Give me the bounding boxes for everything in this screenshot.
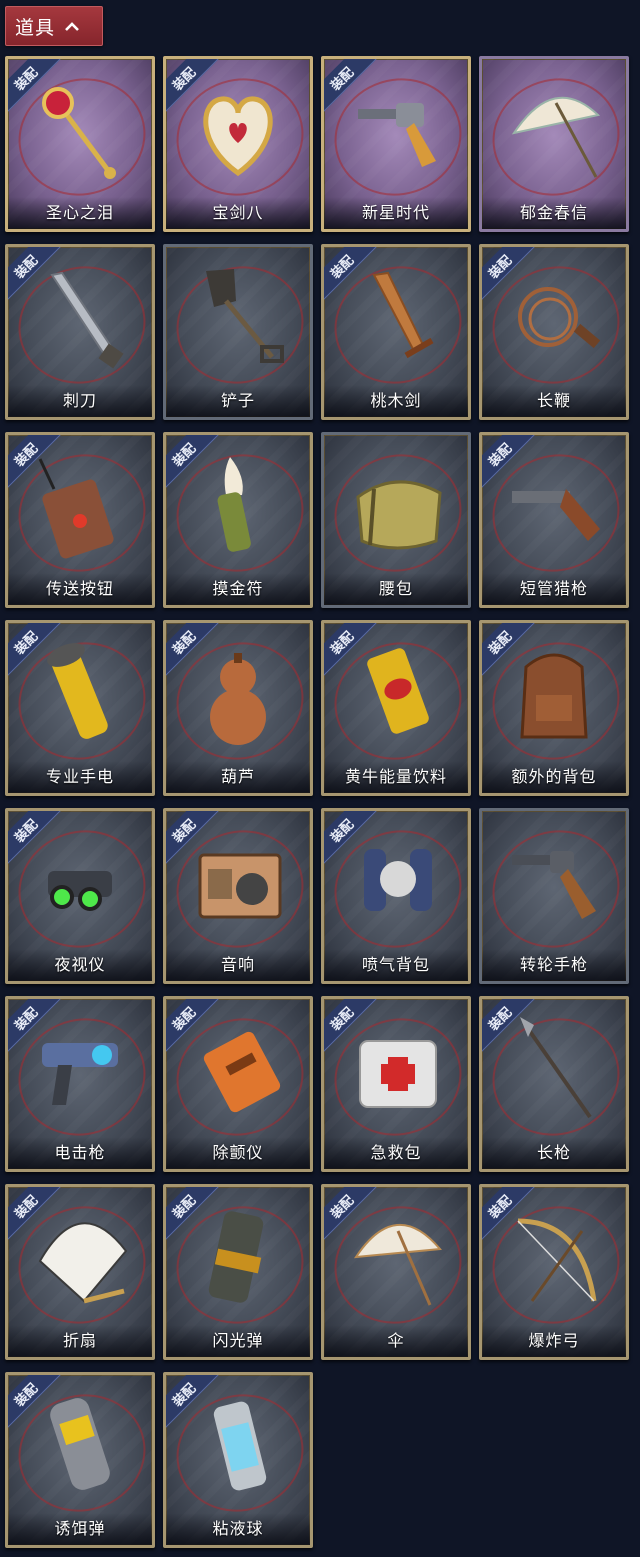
item-card[interactable]: 桃木剑 装配 [321,244,471,420]
talisman-claw-icon [217,457,251,552]
item-name: 郁金春信 [519,203,588,222]
spear-icon [520,1017,592,1119]
first-aid-kit-icon [359,1040,437,1108]
item-card[interactable]: 转轮手枪 [479,808,629,984]
item-card[interactable]: 闪光弹 装配 [163,1184,313,1360]
defibrillator-icon [203,1031,281,1113]
item-name: 刺刀 [62,391,97,410]
item-card[interactable]: 宝剑八 装配 [163,56,313,232]
item-name: 腰包 [378,579,413,598]
item-card[interactable]: 诱饵弹 装配 [5,1372,155,1548]
chevron-up-icon [65,21,79,31]
item-name: 葫芦 [220,767,255,786]
wooden-sword-icon [372,271,434,359]
slime-capsule-icon [213,1401,267,1491]
item-name: 夜视仪 [54,955,106,974]
night-vision-goggles-icon [48,871,112,911]
item-name: 音响 [220,955,255,974]
revolver-icon [512,851,596,919]
item-card[interactable]: 传送按钮 装配 [5,432,155,608]
item-card[interactable]: 折扇 装配 [5,1184,155,1360]
item-card[interactable]: 除颤仪 装配 [163,996,313,1172]
item-name: 爆炸弓 [528,1331,580,1350]
item-name: 除颤仪 [212,1143,264,1162]
item-card[interactable]: 短管猎枪 装配 [479,432,629,608]
item-name: 圣心之泪 [45,203,114,222]
jeweled-scepter-icon [42,87,116,179]
whip-icon [518,287,601,349]
item-card[interactable]: 爆炸弓 装配 [479,1184,629,1360]
item-name: 传送按钮 [45,579,114,598]
item-name: 铲子 [220,391,255,410]
item-name: 喷气背包 [361,955,430,974]
item-card[interactable]: 额外的背包 装配 [479,620,629,796]
item-name: 转轮手枪 [519,955,588,974]
item-name: 电击枪 [54,1143,106,1162]
item-name: 诱饵弹 [54,1519,106,1538]
umbrella-icon [354,1224,443,1306]
items-category-header[interactable]: 道具 [5,6,103,46]
heart-locket-icon [203,96,273,177]
item-card[interactable]: 黄牛能量饮料 装配 [321,620,471,796]
item-card[interactable]: 长枪 装配 [479,996,629,1172]
flashlight-icon [47,643,108,739]
flashbang-icon [208,1211,264,1303]
backpack-icon [520,653,588,739]
item-name: 桃木剑 [370,391,422,410]
item-name: 短管猎枪 [519,579,588,598]
item-card[interactable]: 腰包 [321,432,471,608]
item-name: 折扇 [62,1331,97,1350]
stun-gun-icon [42,1043,118,1105]
item-card[interactable]: 摸金符 装配 [163,432,313,608]
category-title: 道具 [15,16,56,39]
item-card[interactable]: 长鞭 装配 [479,244,629,420]
item-name: 摸金符 [212,579,264,598]
item-card[interactable]: 圣心之泪 装配 [5,56,155,232]
item-name: 长鞭 [536,391,571,410]
item-card[interactable]: 铲子 [163,244,313,420]
decoy-grenade-icon [50,1398,110,1490]
item-card[interactable]: 伞装配 [321,1184,471,1360]
item-name: 急救包 [370,1143,422,1162]
bayonet-icon [50,271,124,369]
item-card[interactable]: 喷气背包 装配 [321,808,471,984]
folding-fan-icon [38,1222,128,1304]
item-name: 黄牛能量饮料 [344,767,447,786]
shovel-icon [206,269,284,363]
item-card[interactable]: 粘液球 装配 [163,1372,313,1548]
item-name: 宝剑八 [212,203,264,222]
item-name: 新星时代 [361,203,430,222]
item-card[interactable]: 夜视仪 装配 [5,808,155,984]
item-name: 闪光弹 [212,1331,264,1350]
golden-revolver-icon [358,103,436,167]
energy-drink-can-icon [367,648,429,734]
explosive-bow-icon [517,1218,597,1302]
item-card[interactable]: 刺刀 装配 [5,244,155,420]
item-card[interactable]: 急救包 装配 [321,996,471,1172]
item-card[interactable]: 葫芦 装配 [163,620,313,796]
item-card[interactable]: 电击枪 装配 [5,996,155,1172]
paper-parasol-icon [511,96,601,178]
jetpack-icon [364,849,432,911]
gourd-icon [210,653,266,745]
item-name: 额外的背包 [511,767,597,786]
item-card[interactable]: 音响 装配 [163,808,313,984]
item-name: 粘液球 [212,1519,264,1538]
item-name: 伞 [387,1331,405,1350]
item-card[interactable]: 新星时代 装配 [321,56,471,232]
boombox-icon [198,853,282,919]
waist-bag-icon [356,480,442,550]
item-name: 长枪 [536,1143,571,1162]
item-name: 专业手电 [45,767,114,786]
item-card[interactable]: 郁金春信 [479,56,629,232]
item-grid: 圣心之泪 装配 宝剑八 装配 新星时代 装配郁金春信刺刀 装配铲子 桃木剑 装配 长鞭 装配传送按钮… [0,56,629,1548]
teleport-remote-icon [38,458,114,559]
item-card[interactable]: 专业手电 装配 [5,620,155,796]
sawed-off-shotgun-icon [512,489,600,541]
